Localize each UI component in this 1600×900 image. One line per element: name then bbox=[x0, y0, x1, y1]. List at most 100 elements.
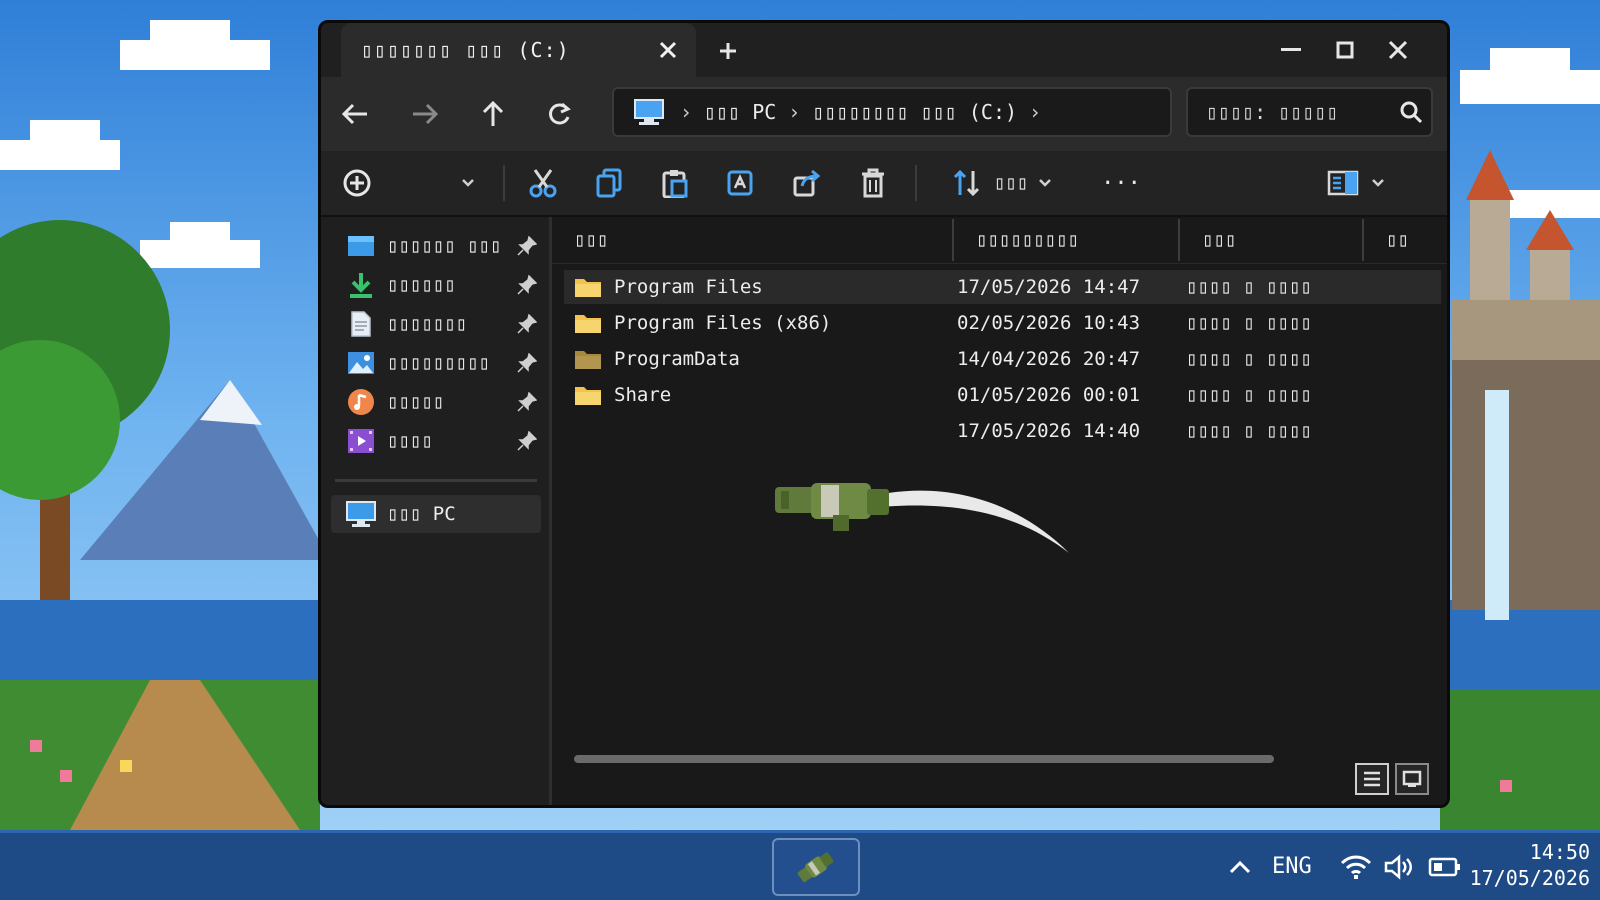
new-tab-button[interactable] bbox=[713, 36, 743, 66]
bazooka-icon bbox=[797, 852, 834, 883]
folder-icon bbox=[575, 315, 601, 333]
paste-button[interactable] bbox=[653, 163, 697, 203]
file-type: ▯▯▯▯ ▯ ▯▯▯▯ bbox=[1186, 384, 1312, 406]
toolbar-divider bbox=[503, 165, 505, 201]
file-date: 14/04/2026 20:47 bbox=[957, 348, 1141, 370]
pin-icon[interactable] bbox=[513, 275, 541, 295]
view-toggle bbox=[1355, 763, 1429, 795]
delete-button[interactable] bbox=[851, 163, 895, 203]
pin-icon[interactable] bbox=[513, 314, 541, 334]
sort-label: ▯▯▯ bbox=[993, 172, 1029, 194]
tiles-view-button[interactable] bbox=[1395, 763, 1429, 795]
videos-icon bbox=[343, 426, 379, 456]
computer-icon bbox=[343, 499, 379, 529]
file-list-pane: ▯▯▯ ▯▯▯▯▯▯▯▯▯ ▯▯▯ ▯▯ Program Files 17/05… bbox=[552, 217, 1447, 805]
maximize-button[interactable] bbox=[1325, 35, 1365, 65]
pin-icon[interactable] bbox=[513, 392, 541, 412]
close-tab-icon[interactable] bbox=[656, 38, 680, 62]
up-button[interactable] bbox=[473, 95, 513, 133]
navigation-bar: › ▯▯▯ PC › ▯▯▯▯▯▯▯▯ ▯▯▯ (C:) › bbox=[321, 77, 1447, 153]
battery-icon[interactable] bbox=[1428, 833, 1462, 900]
sidebar-item-documents[interactable]: ▯▯▯▯▯▯▯ bbox=[331, 305, 541, 343]
close-window-button[interactable] bbox=[1378, 35, 1418, 65]
sidebar-item-downloads[interactable]: ▯▯▯▯▯▯ bbox=[331, 266, 541, 304]
folder-icon bbox=[575, 351, 601, 369]
taskbar-app-bazooka[interactable] bbox=[772, 838, 860, 896]
pin-icon[interactable] bbox=[513, 431, 541, 451]
chevron-right-icon[interactable]: › bbox=[1029, 100, 1041, 124]
details-pane-icon bbox=[1327, 170, 1359, 196]
new-item-button[interactable] bbox=[335, 163, 379, 203]
navigation-pane: ▯▯▯▯▯▯ ▯▯▯ ▯▯▯▯▯▯ ▯▯▯▯▯▯▯ ▯▯▯▯▯▯▯▯▯ ▯▯▯▯… bbox=[321, 217, 552, 805]
back-button[interactable] bbox=[335, 95, 375, 133]
share-button[interactable] bbox=[785, 163, 829, 203]
new-dropdown-chevron-icon[interactable] bbox=[453, 163, 483, 203]
file-row-program-files-x86[interactable]: Program Files (x86) 02/05/2026 10:43 ▯▯▯… bbox=[564, 306, 1441, 340]
file-type: ▯▯▯▯ ▯ ▯▯▯▯ bbox=[1186, 420, 1312, 442]
breadcrumb-this-pc[interactable]: ▯▯▯ PC bbox=[704, 100, 776, 124]
sidebar-divider bbox=[335, 479, 537, 482]
list-view-icon bbox=[1364, 771, 1380, 787]
folder-icon bbox=[575, 387, 601, 405]
file-name: ProgramData bbox=[614, 348, 740, 370]
sort-icon bbox=[953, 169, 979, 197]
sidebar-item-desktop[interactable]: ▯▯▯▯▯▯ ▯▯▯ bbox=[331, 227, 541, 265]
details-pane-button[interactable] bbox=[1321, 163, 1391, 203]
sidebar-item-this-pc[interactable]: ▯▯▯ PC bbox=[331, 495, 541, 533]
file-name-cell: ProgramData bbox=[574, 342, 740, 376]
wifi-icon[interactable] bbox=[1340, 833, 1372, 900]
file-row-programdata[interactable]: ProgramData 14/04/2026 20:47 ▯▯▯▯ ▯ ▯▯▯▯ bbox=[564, 342, 1441, 376]
file-date: 17/05/2026 14:47 bbox=[957, 276, 1141, 298]
cut-button[interactable] bbox=[521, 163, 565, 203]
file-row-program-files[interactable]: Program Files 17/05/2026 14:47 ▯▯▯▯ ▯ ▯▯… bbox=[564, 270, 1441, 304]
details-view-button[interactable] bbox=[1355, 763, 1389, 795]
clock-time: 14:50 bbox=[1529, 840, 1590, 864]
pictures-icon bbox=[343, 348, 379, 378]
show-hidden-icons-button[interactable] bbox=[1228, 833, 1252, 900]
volume-icon[interactable] bbox=[1384, 833, 1416, 900]
tiles-view-icon bbox=[1402, 770, 1422, 787]
tab-drive-c[interactable]: ▯▯▯▯▯▯▯ ▯▯▯ (C:) bbox=[341, 23, 696, 77]
pin-icon[interactable] bbox=[513, 236, 541, 256]
forward-button[interactable] bbox=[405, 95, 445, 133]
clock[interactable]: 14:50 17/05/2026 bbox=[1470, 839, 1590, 891]
chevron-down-icon bbox=[1372, 179, 1384, 187]
sidebar-item-videos[interactable]: ▯▯▯▯ bbox=[331, 422, 541, 460]
chevron-up-icon bbox=[1229, 860, 1251, 873]
refresh-button[interactable] bbox=[539, 95, 579, 133]
minimize-button[interactable] bbox=[1271, 35, 1311, 65]
search-input[interactable] bbox=[1204, 99, 1391, 125]
sort-button[interactable]: ▯▯▯ bbox=[927, 163, 1077, 203]
toolbar-divider bbox=[915, 165, 917, 201]
sidebar-item-label: ▯▯▯ PC bbox=[387, 503, 456, 525]
column-header-type[interactable]: ▯▯▯ bbox=[1180, 217, 1362, 263]
column-header-size[interactable]: ▯▯ bbox=[1364, 217, 1444, 263]
breadcrumb-drive-c[interactable]: ▯▯▯▯▯▯▯▯ ▯▯▯ (C:) bbox=[812, 100, 1017, 124]
address-bar[interactable]: › ▯▯▯ PC › ▯▯▯▯▯▯▯▯ ▯▯▯ (C:) › bbox=[612, 87, 1172, 137]
copy-button[interactable] bbox=[587, 163, 631, 203]
sidebar-item-music[interactable]: ▯▯▯▯▯ bbox=[331, 383, 541, 421]
column-header-date-modified[interactable]: ▯▯▯▯▯▯▯▯▯ bbox=[954, 217, 1178, 263]
file-row-share[interactable]: Share 01/05/2026 00:01 ▯▯▯▯ ▯ ▯▯▯▯ bbox=[564, 378, 1441, 412]
file-name-cell: Program Files bbox=[574, 270, 763, 304]
horizontal-scrollbar[interactable] bbox=[574, 755, 1274, 763]
column-header-name[interactable]: ▯▯▯ bbox=[552, 217, 952, 263]
search-box[interactable] bbox=[1186, 87, 1433, 137]
sidebar-item-label: ▯▯▯▯▯▯ bbox=[387, 274, 456, 296]
file-date: 02/05/2026 10:43 bbox=[957, 312, 1141, 334]
file-explorer-window: ▯▯▯▯▯▯▯ ▯▯▯ (C:) › ▯▯▯ PC › ▯▯▯▯▯▯▯▯ ▯▯▯… bbox=[318, 20, 1450, 808]
pin-icon[interactable] bbox=[513, 353, 541, 373]
taskbar: ENG 14:50 17/05/2026 bbox=[0, 830, 1600, 900]
file-type: ▯▯▯▯ ▯ ▯▯▯▯ bbox=[1186, 276, 1312, 298]
file-type: ▯▯▯▯ ▯ ▯▯▯▯ bbox=[1186, 312, 1312, 334]
sidebar-item-pictures[interactable]: ▯▯▯▯▯▯▯▯▯ bbox=[331, 344, 541, 382]
folder-icon bbox=[575, 279, 601, 297]
file-row-unnamed[interactable]: 17/05/2026 14:40 ▯▯▯▯ ▯ ▯▯▯▯ bbox=[564, 414, 1441, 448]
file-date: 17/05/2026 14:40 bbox=[957, 420, 1141, 442]
sidebar-item-label: ▯▯▯▯▯▯ ▯▯▯ bbox=[387, 235, 502, 257]
search-icon[interactable] bbox=[1391, 100, 1431, 124]
rename-button[interactable] bbox=[719, 163, 763, 203]
language-indicator[interactable]: ENG bbox=[1272, 833, 1312, 900]
more-options-button[interactable]: ··· bbox=[1101, 163, 1141, 203]
chevron-down-icon bbox=[1039, 179, 1052, 187]
